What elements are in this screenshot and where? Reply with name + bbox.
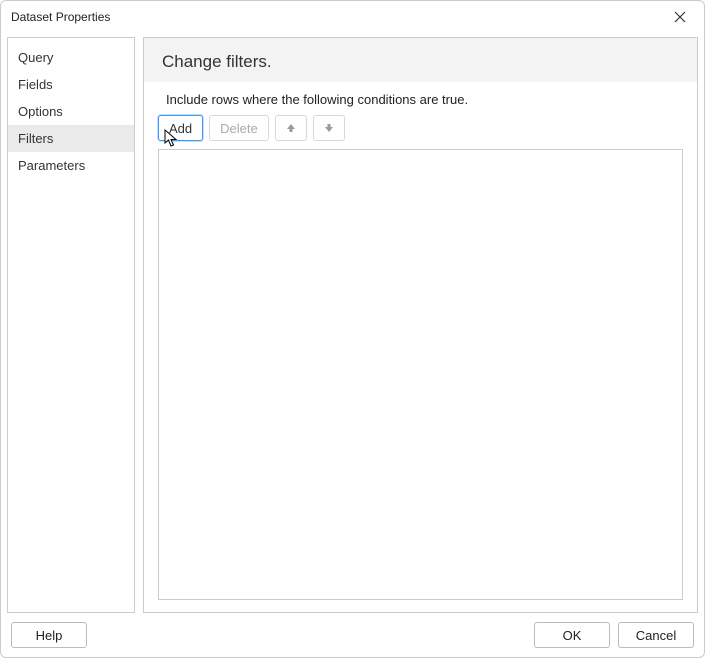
sidebar-item-query[interactable]: Query [8, 44, 134, 71]
move-down-button[interactable] [313, 115, 345, 141]
close-icon [674, 11, 686, 23]
panel-content: Include rows where the following conditi… [144, 82, 697, 612]
sidebar-item-fields[interactable]: Fields [8, 71, 134, 98]
add-button[interactable]: Add [158, 115, 203, 141]
dialog-body: Query Fields Options Filters Parameters … [1, 33, 704, 613]
close-button[interactable] [668, 5, 692, 29]
cancel-button[interactable]: Cancel [618, 622, 694, 648]
sidebar: Query Fields Options Filters Parameters [7, 37, 135, 613]
panel-heading: Change filters. [144, 38, 697, 82]
instruction-text: Include rows where the following conditi… [158, 92, 683, 107]
arrow-up-icon [286, 123, 296, 133]
filter-toolbar: Add Delete [158, 115, 683, 141]
help-button[interactable]: Help [11, 622, 87, 648]
titlebar: Dataset Properties [1, 1, 704, 33]
delete-button[interactable]: Delete [209, 115, 269, 141]
sidebar-item-options[interactable]: Options [8, 98, 134, 125]
move-up-button[interactable] [275, 115, 307, 141]
sidebar-item-filters[interactable]: Filters [8, 125, 134, 152]
dialog-window: Dataset Properties Query Fields Options … [0, 0, 705, 658]
sidebar-item-parameters[interactable]: Parameters [8, 152, 134, 179]
arrow-down-icon [324, 123, 334, 133]
main-panel: Change filters. Include rows where the f… [143, 37, 698, 613]
ok-button[interactable]: OK [534, 622, 610, 648]
filters-list[interactable] [158, 149, 683, 600]
window-title: Dataset Properties [11, 10, 110, 24]
dialog-footer: Help OK Cancel [1, 613, 704, 657]
